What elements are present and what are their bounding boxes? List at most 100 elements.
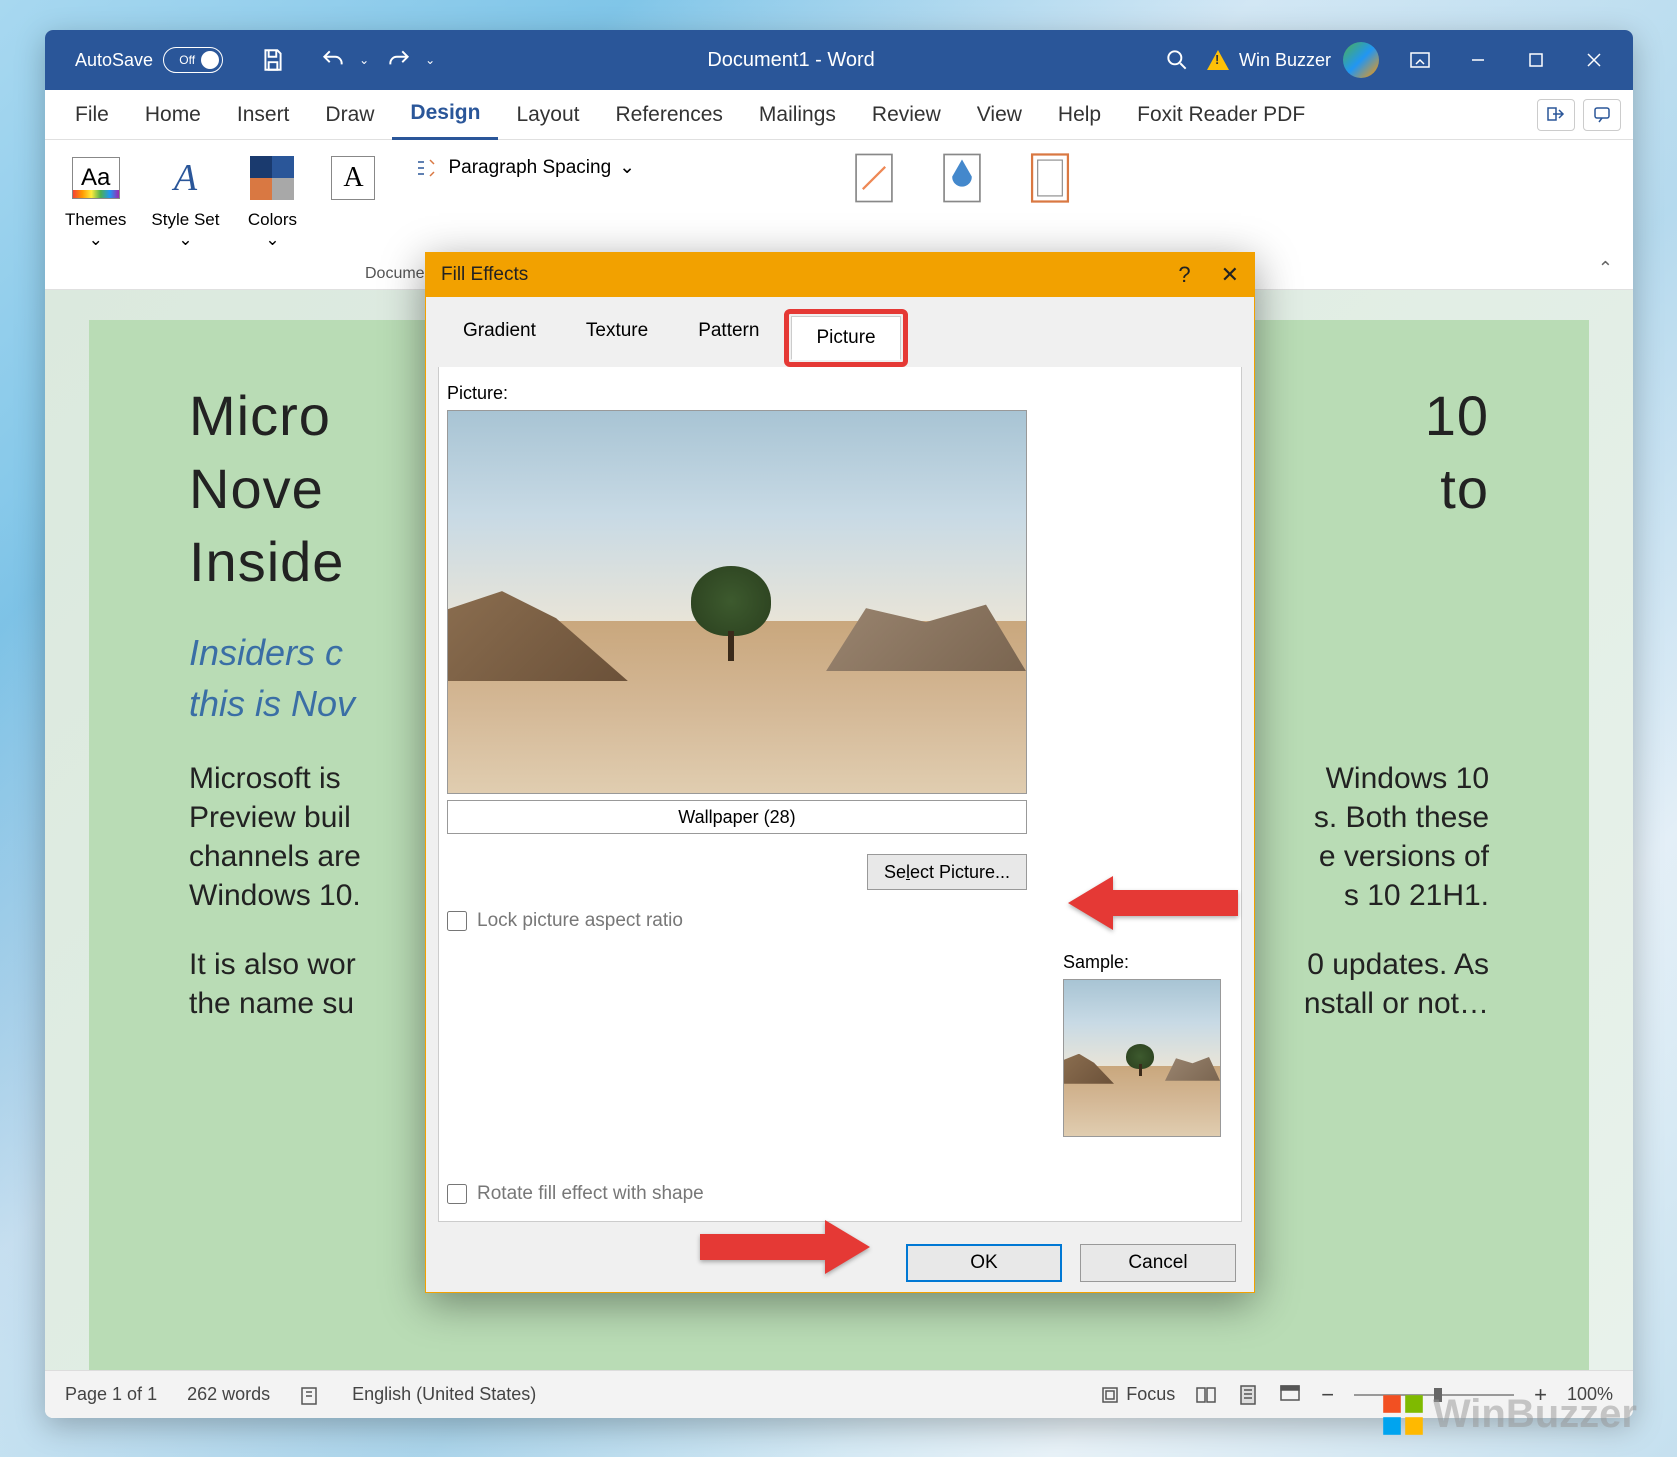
themes-icon: Aa bbox=[72, 157, 120, 199]
toggle-knob bbox=[201, 51, 219, 69]
redo-icon[interactable] bbox=[377, 38, 421, 82]
comments-button[interactable] bbox=[1583, 99, 1621, 131]
winbuzzer-watermark: WinBuzzer bbox=[1381, 1392, 1637, 1437]
dialog-body: Gradient Texture Pattern Picture Picture… bbox=[425, 297, 1255, 1293]
page-color-icon bbox=[938, 150, 986, 206]
save-icon[interactable] bbox=[251, 38, 295, 82]
title-bar: AutoSave Off ⌄ ⌄ Document1 - Word Win Bu… bbox=[45, 30, 1633, 90]
help-button[interactable]: ? bbox=[1178, 262, 1190, 288]
username[interactable]: Win Buzzer bbox=[1239, 50, 1331, 71]
chevron-down-icon: ⌄ bbox=[178, 230, 192, 250]
autosave-label: AutoSave bbox=[75, 50, 153, 71]
tab-mailings[interactable]: Mailings bbox=[741, 91, 854, 139]
style-set-icon: A bbox=[174, 156, 197, 200]
colors-label: Colors bbox=[248, 210, 297, 230]
fill-effects-dialog: Fill Effects ? ✕ Gradient Texture Patter… bbox=[425, 252, 1255, 1293]
print-layout-icon[interactable] bbox=[1237, 1384, 1259, 1406]
rotate-fill-checkbox[interactable] bbox=[447, 1184, 467, 1204]
tab-insert[interactable]: Insert bbox=[219, 91, 308, 139]
annotation-arrow-1 bbox=[1068, 868, 1238, 943]
dialog-title-bar[interactable]: Fill Effects ? ✕ bbox=[425, 252, 1255, 297]
sample-section: Sample: bbox=[1063, 952, 1221, 1137]
undo-icon[interactable] bbox=[311, 38, 355, 82]
search-icon[interactable] bbox=[1155, 38, 1199, 82]
tab-picture[interactable]: Picture bbox=[791, 316, 900, 360]
tab-layout[interactable]: Layout bbox=[498, 91, 597, 139]
dialog-panel: Picture: Wallpaper (28) Select Picture..… bbox=[438, 367, 1242, 1222]
lock-aspect-label: Lock picture aspect ratio bbox=[477, 910, 683, 932]
collapse-ribbon-icon[interactable]: ⌃ bbox=[1598, 258, 1613, 279]
themes-button[interactable]: Aa Themes ⌄ bbox=[65, 150, 126, 250]
ribbon-display-icon[interactable] bbox=[1391, 38, 1449, 82]
style-set-button[interactable]: A Style Set ⌄ bbox=[151, 150, 219, 250]
tab-picture-highlight: Picture bbox=[784, 309, 907, 367]
colors-button[interactable]: Colors ⌄ bbox=[244, 150, 300, 250]
styleset-label: Style Set bbox=[151, 210, 219, 230]
sample-label: Sample: bbox=[1063, 952, 1129, 972]
annotation-arrow-2 bbox=[700, 1212, 870, 1287]
autosave-state: Off bbox=[179, 53, 195, 67]
page-color-button[interactable] bbox=[938, 150, 986, 206]
tab-gradient[interactable]: Gradient bbox=[438, 309, 561, 367]
tab-help[interactable]: Help bbox=[1040, 91, 1119, 139]
read-mode-icon[interactable] bbox=[1195, 1384, 1217, 1406]
dialog-title: Fill Effects bbox=[441, 264, 528, 286]
tab-foxit[interactable]: Foxit Reader PDF bbox=[1119, 91, 1323, 139]
colors-icon bbox=[250, 156, 294, 200]
maximize-button[interactable] bbox=[1507, 38, 1565, 82]
chevron-down-icon: ⌄ bbox=[265, 230, 279, 250]
ok-button[interactable]: OK bbox=[906, 1244, 1062, 1282]
tab-file[interactable]: File bbox=[57, 91, 127, 139]
picture-label: Picture: bbox=[447, 383, 1233, 404]
chevron-down-icon: ⌄ bbox=[619, 156, 635, 179]
close-icon[interactable]: ✕ bbox=[1221, 262, 1239, 288]
chevron-down-icon: ⌄ bbox=[89, 230, 103, 250]
tab-references[interactable]: References bbox=[598, 91, 741, 139]
tab-texture[interactable]: Texture bbox=[561, 309, 673, 367]
zoom-out[interactable]: − bbox=[1321, 1382, 1334, 1408]
undo-dropdown[interactable]: ⌄ bbox=[359, 53, 369, 67]
rotate-fill-row[interactable]: Rotate fill effect with shape bbox=[447, 1183, 1233, 1205]
dialog-tabs: Gradient Texture Pattern Picture bbox=[426, 297, 1254, 367]
fonts-icon: A bbox=[331, 156, 375, 200]
doc-formatting-group-label: Documen bbox=[365, 265, 433, 283]
themes-label: Themes bbox=[65, 210, 126, 230]
cancel-button[interactable]: Cancel bbox=[1080, 1244, 1236, 1282]
tab-review[interactable]: Review bbox=[854, 91, 959, 139]
ribbon-tabs: File Home Insert Draw Design Layout Refe… bbox=[45, 90, 1633, 140]
winbuzzer-logo-icon bbox=[1381, 1393, 1425, 1437]
focus-mode[interactable]: Focus bbox=[1100, 1384, 1175, 1405]
word-count[interactable]: 262 words bbox=[187, 1384, 270, 1405]
tab-design[interactable]: Design bbox=[392, 89, 498, 140]
sample-preview bbox=[1063, 979, 1221, 1137]
autosave-toggle[interactable]: AutoSave Off bbox=[55, 47, 243, 73]
watermark-button[interactable] bbox=[850, 150, 898, 206]
picture-name: Wallpaper (28) bbox=[447, 800, 1027, 834]
autosave-switch[interactable]: Off bbox=[163, 47, 223, 73]
avatar[interactable] bbox=[1343, 42, 1379, 78]
tab-home[interactable]: Home bbox=[127, 91, 219, 139]
spell-check-icon[interactable] bbox=[300, 1384, 322, 1406]
lock-aspect-checkbox[interactable] bbox=[447, 911, 467, 931]
page-borders-button[interactable] bbox=[1026, 150, 1074, 206]
select-picture-button[interactable]: Select Picture... bbox=[867, 854, 1027, 890]
tab-pattern[interactable]: Pattern bbox=[673, 309, 784, 367]
warning-icon[interactable] bbox=[1207, 50, 1229, 70]
web-layout-icon[interactable] bbox=[1279, 1384, 1301, 1406]
tab-view[interactable]: View bbox=[959, 91, 1040, 139]
document-title: Document1 - Word bbox=[435, 49, 1147, 72]
watermark-icon bbox=[850, 150, 898, 206]
close-button[interactable] bbox=[1565, 38, 1623, 82]
picture-preview bbox=[447, 410, 1027, 794]
fonts-button[interactable]: A bbox=[325, 150, 381, 210]
share-button[interactable] bbox=[1537, 99, 1575, 131]
page-info[interactable]: Page 1 of 1 bbox=[65, 1384, 157, 1405]
qat-dropdown[interactable]: ⌄ bbox=[425, 53, 435, 67]
rotate-fill-label: Rotate fill effect with shape bbox=[477, 1183, 704, 1205]
tab-draw[interactable]: Draw bbox=[307, 91, 392, 139]
language[interactable]: English (United States) bbox=[352, 1384, 536, 1405]
watermark-text: WinBuzzer bbox=[1433, 1392, 1637, 1437]
page-borders-icon bbox=[1026, 150, 1074, 206]
paragraph-spacing-button[interactable]: Paragraph Spacing ⌄ bbox=[406, 150, 645, 185]
minimize-button[interactable] bbox=[1449, 38, 1507, 82]
